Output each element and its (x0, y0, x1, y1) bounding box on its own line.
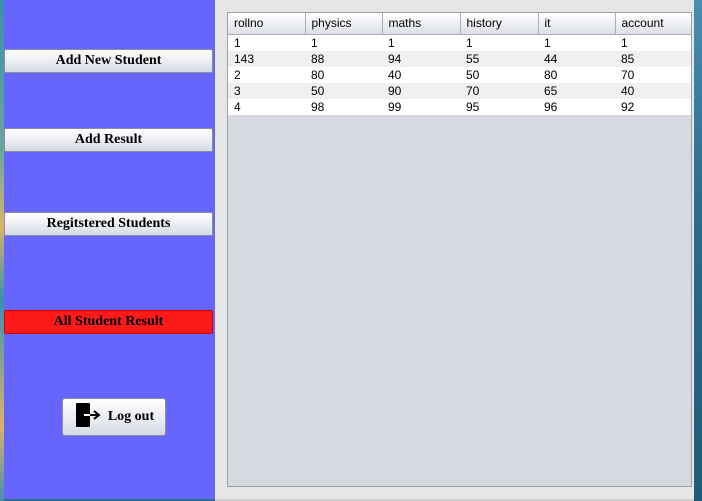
table-cell[interactable]: 95 (460, 98, 538, 115)
table-cell[interactable]: 2 (228, 66, 305, 83)
results-table-scrollpane[interactable]: rollno physics maths history it account … (227, 12, 692, 487)
column-header-account[interactable]: account (615, 13, 691, 35)
column-header-it[interactable]: it (538, 13, 616, 35)
table-cell[interactable]: 96 (538, 98, 615, 115)
table-cell[interactable]: 94 (382, 50, 460, 67)
table-cell[interactable]: 3 (228, 82, 305, 99)
table-cell[interactable]: 99 (382, 98, 460, 115)
column-header-physics[interactable]: physics (305, 13, 383, 35)
table-cell[interactable]: 1 (305, 34, 382, 51)
table-cell[interactable]: 90 (382, 82, 460, 99)
add-new-student-button[interactable]: Add New Student (4, 49, 213, 73)
sidebar: Add New Student Add Result Regitstered S… (4, 0, 215, 499)
table-cell[interactable]: 1 (382, 34, 460, 51)
all-student-result-button[interactable]: All Student Result (4, 310, 213, 334)
logout-door-arrow-icon (74, 402, 102, 433)
table-cell[interactable]: 1 (538, 34, 615, 51)
column-header-history[interactable]: history (460, 13, 539, 35)
table-cell[interactable]: 143 (228, 50, 305, 67)
table-cell[interactable]: 80 (305, 66, 382, 83)
table-cell[interactable]: 40 (615, 82, 691, 99)
table-header-row: rollno physics maths history it account (228, 13, 691, 35)
table-row[interactable]: 1 1 1 1 1 1 (228, 34, 691, 51)
add-result-button[interactable]: Add Result (4, 128, 213, 152)
table-row[interactable]: 2 80 40 50 80 70 (228, 66, 691, 83)
table-row[interactable]: 4 98 99 95 96 92 (228, 98, 691, 115)
table-cell[interactable]: 92 (615, 98, 691, 115)
table-cell[interactable]: 44 (538, 50, 615, 67)
table-cell[interactable]: 55 (460, 50, 538, 67)
table-cell[interactable]: 70 (615, 66, 691, 83)
content-panel: rollno physics maths history it account … (215, 0, 694, 501)
table-cell[interactable]: 1 (460, 34, 538, 51)
table-cell[interactable]: 4 (228, 98, 305, 115)
table-cell[interactable]: 70 (460, 82, 538, 99)
column-header-rollno[interactable]: rollno (228, 13, 306, 35)
table-cell[interactable]: 88 (305, 50, 382, 67)
table-row[interactable]: 3 50 90 70 65 40 (228, 82, 691, 99)
table-cell[interactable]: 50 (460, 66, 538, 83)
table-cell[interactable]: 85 (615, 50, 691, 67)
column-header-maths[interactable]: maths (382, 13, 461, 35)
logout-button[interactable]: Log out (62, 398, 166, 436)
table-cell[interactable]: 65 (538, 82, 615, 99)
table-cell[interactable]: 50 (305, 82, 382, 99)
table-row[interactable]: 143 88 94 55 44 85 (228, 50, 691, 67)
table-cell[interactable]: 80 (538, 66, 615, 83)
table-cell[interactable]: 98 (305, 98, 382, 115)
table-cell[interactable]: 1 (615, 34, 691, 51)
logout-label: Log out (107, 409, 155, 424)
table-cell[interactable]: 40 (382, 66, 460, 83)
registered-students-button[interactable]: Regitstered Students (4, 212, 213, 236)
results-table[interactable]: rollno physics maths history it account … (228, 13, 691, 115)
desktop-background-right (694, 0, 702, 501)
table-cell[interactable]: 1 (228, 34, 305, 51)
